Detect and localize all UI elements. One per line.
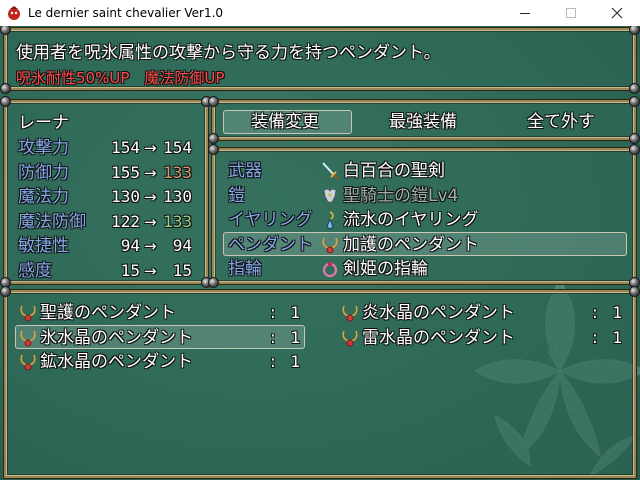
- command-remove-all[interactable]: 全て外す: [527, 111, 595, 133]
- pendant-icon: [18, 328, 38, 348]
- pendant-icon: [320, 235, 340, 255]
- pendant-icon: [340, 328, 360, 348]
- armor-icon: [320, 186, 340, 206]
- actor-name: レーナ: [18, 113, 69, 133]
- inventory-item[interactable]: 氷水晶のペンダント:1: [16, 326, 306, 350]
- param-current: 154: [111, 138, 140, 157]
- frame-corner: [208, 96, 219, 107]
- frame-corner: [629, 26, 640, 35]
- param-label: 魔法力: [18, 187, 69, 207]
- maximize-button[interactable]: [548, 0, 594, 26]
- inventory-item[interactable]: 聖護のペンダント:1: [16, 301, 306, 325]
- item-count: 1: [290, 352, 300, 371]
- inventory-item[interactable]: 炎水晶のペンダント:1: [338, 301, 628, 325]
- equip-slot-row[interactable]: イヤリング 流水のイヤリング: [223, 208, 627, 232]
- param-current: 122: [111, 211, 140, 231]
- slot-name: ペンダント: [228, 234, 313, 255]
- equip-slot-row[interactable]: 武器 白百合の聖剣: [223, 159, 627, 183]
- frame-corner: [208, 277, 219, 288]
- item-effects: 呪氷耐性50%UP 魔法防御UP: [16, 69, 225, 87]
- frame-corner: [0, 26, 11, 35]
- minimize-icon: [520, 13, 530, 14]
- item-count-separator: :: [270, 327, 276, 348]
- sword-icon: [320, 161, 340, 181]
- item-count-separator: :: [270, 303, 276, 323]
- frame-corner: [208, 133, 219, 144]
- equip-slot-window: 武器 白百合の聖剣鎧 聖騎士の鎧Lv4 イヤリング 流水のイヤリングペンダント 加護のペン…: [208, 144, 640, 288]
- equip-slot-row[interactable]: ペンダント 加護のペンダント: [223, 233, 627, 257]
- frame-corner: [629, 83, 640, 94]
- item-name: 鉱水晶のペンダント: [40, 352, 193, 372]
- frame-corner: [208, 144, 219, 155]
- frame-corner: [629, 133, 640, 144]
- earring-icon: [320, 210, 340, 230]
- close-button[interactable]: [594, 0, 640, 26]
- command-optimize[interactable]: 最強装備: [389, 111, 457, 133]
- minimize-button[interactable]: [502, 0, 548, 26]
- slot-name: イヤリング: [228, 210, 313, 230]
- param-new: 130: [163, 187, 192, 206]
- equip-slot-row[interactable]: 指輪 剣姫の指輪: [223, 257, 627, 281]
- param-new: 133: [163, 162, 192, 182]
- slot-item-name: 流水のイヤリング: [343, 210, 479, 230]
- item-count-separator: :: [270, 352, 276, 372]
- window-title-bar[interactable]: Le dernier saint chevalier Ver1.0: [0, 0, 640, 27]
- param-new: 15: [172, 260, 192, 280]
- param-label: 防御力: [18, 162, 69, 183]
- pendant-icon: [340, 303, 360, 323]
- param-current: 94: [120, 236, 140, 255]
- inventory-item[interactable]: 鉱水晶のペンダント:1: [16, 350, 306, 374]
- item-description: 使用者を呪氷属性の攻撃から守る力を持つペンダント。: [16, 43, 441, 63]
- frame-corner: [629, 144, 640, 155]
- param-current: 155: [111, 162, 140, 182]
- equip-slot-row[interactable]: 鎧 聖騎士の鎧Lv4: [223, 184, 627, 208]
- close-icon: [611, 7, 623, 19]
- command-change-equipment[interactable]: 装備変更: [251, 111, 319, 133]
- frame-corner: [0, 83, 11, 94]
- slot-name: 鎧: [228, 185, 245, 206]
- command-window: 装備変更 最強装備 全て外す: [208, 96, 640, 144]
- item-count: 1: [612, 303, 622, 322]
- param-new: 154: [163, 138, 192, 157]
- slot-item-name: 加護のペンダント: [343, 234, 479, 255]
- slot-name: 指輪: [228, 259, 262, 279]
- frame-corner: [629, 96, 640, 107]
- item-name: 炎水晶のペンダント: [362, 303, 515, 323]
- param-new: 94: [172, 236, 192, 255]
- param-label: 魔法防御: [18, 211, 86, 232]
- inventory-item[interactable]: 雷水晶のペンダント:1: [338, 326, 628, 350]
- item-name: 雷水晶のペンダント: [362, 327, 515, 348]
- item-name: 聖護のペンダント: [40, 303, 176, 323]
- window-title: Le dernier saint chevalier Ver1.0: [28, 6, 224, 20]
- item-count: 1: [290, 327, 300, 347]
- slot-item-name: 剣姫の指輪: [343, 259, 428, 279]
- ring-icon: [320, 259, 340, 279]
- item-count-separator: :: [592, 327, 598, 348]
- maximize-icon: [566, 8, 576, 18]
- frame-corner: [0, 286, 11, 297]
- slot-item-name: 白百合の聖剣: [343, 161, 445, 181]
- param-label: 攻撃力: [18, 138, 69, 158]
- item-count: 1: [290, 303, 300, 322]
- param-current: 130: [111, 187, 140, 206]
- status-window: レーナ 攻撃力 154 → 154 防御力 155 → 133 魔法力 130 → 130 魔法防御 12…: [0, 96, 212, 288]
- param-current: 15: [120, 260, 140, 280]
- game-screen: 使用者を呪氷属性の攻撃から守る力を持つペンダント。 呪氷耐性50%UP 魔法防御…: [0, 26, 640, 480]
- help-window: 使用者を呪氷属性の攻撃から守る力を持つペンダント。 呪氷耐性50%UP 魔法防御…: [0, 26, 640, 94]
- param-new: 133: [163, 211, 192, 231]
- slot-name: 武器: [228, 161, 262, 181]
- slot-item-name: 聖騎士の鎧Lv4: [343, 185, 459, 206]
- frame-corner: [629, 286, 640, 297]
- item-name: 氷水晶のペンダント: [40, 327, 193, 348]
- frame-corner: [0, 96, 11, 107]
- param-label: 感度: [18, 260, 52, 281]
- item-count: 1: [612, 327, 622, 347]
- item-count-separator: :: [592, 303, 598, 323]
- app-icon: [8, 6, 20, 20]
- pendant-icon: [18, 352, 38, 372]
- pendant-icon: [18, 303, 38, 323]
- item-list-window: 聖護のペンダント:1 炎水晶のペンダント:1 氷水晶のペンダント:1 雷水晶のペンダン…: [0, 286, 640, 479]
- param-label: 敏捷性: [18, 236, 69, 256]
